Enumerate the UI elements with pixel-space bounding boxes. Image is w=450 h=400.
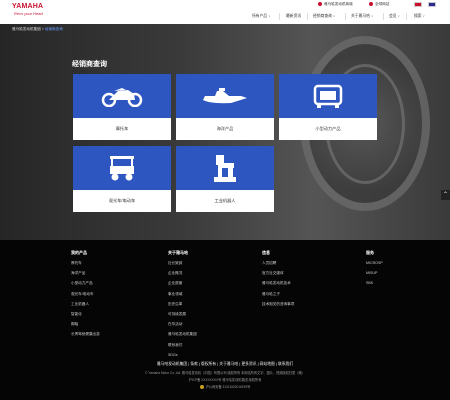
footer-column-about: 关于雅马哈 社长致辞 企业概况 企业愿景 事业领域 历史沿革 可持续发展 在华活… [168, 250, 197, 363]
card-image [176, 74, 274, 118]
store-icon [318, 2, 322, 7]
footer-link[interactable]: 雅马哈发动机集团 [168, 332, 197, 342]
golf-cart-icon [110, 156, 134, 181]
chevron-down-icon: ∨ [397, 14, 400, 18]
nav-divider [279, 13, 280, 20]
jet-ski-icon [203, 88, 247, 104]
card-label: 观光车/电动车 [108, 198, 136, 203]
footer-link[interactable]: 可持续发展 [168, 312, 197, 322]
site-footer: 我的产品 摩托车 海洋产品 小型动力产品 观光车/电动车 工业机器人 智能化 脚… [0, 240, 450, 400]
police-record-text: 沪公网安备 31011502016199号 [0, 384, 450, 390]
flag-icon-en[interactable] [428, 2, 436, 7]
breadcrumb-current: 经销商查询 [44, 27, 63, 31]
logo-wordmark: YAMAHA [12, 3, 44, 10]
card-label: 小型动力产品 [315, 126, 341, 131]
nav-search[interactable]: 搜索∨ [414, 14, 425, 19]
site-header: YAMAHA Revs your Heart 雅马哈发动机商城 全球网站 所有产… [0, 0, 450, 24]
nav-news[interactable]: 最新资讯 [286, 14, 301, 19]
footer-link[interactable]: 企业概况 [168, 271, 197, 281]
card-image [279, 74, 377, 118]
generator-icon [313, 84, 343, 108]
footer-link[interactable]: 脚踏 [71, 322, 100, 332]
yamaha-logo[interactable]: YAMAHA Revs your Heart [12, 3, 50, 21]
footer-column-services: 服务 MICROSP MISUP SBK [366, 250, 383, 292]
flag-icon-cn[interactable] [414, 2, 422, 7]
footer-link[interactable]: MISUP [366, 271, 383, 281]
footer-bottom-links[interactable]: 雅马哈发动机集团 | 条款 | 版权所有 | 关于雅马哈 | 更多资讯 | 网站… [0, 362, 450, 367]
footer-link[interactable]: 智能化 [71, 312, 100, 322]
category-card-robot[interactable]: 工业机器人 [176, 146, 274, 212]
category-card-marine[interactable]: 海洋产品 [176, 74, 274, 140]
page-title: 经销商查询 [72, 61, 107, 68]
footer-link[interactable]: 技术相关的咨询事项 [262, 302, 294, 312]
footer-link[interactable]: 在华活动 [168, 322, 197, 332]
nav-divider [345, 13, 346, 20]
nav-divider [383, 13, 384, 20]
card-label: 摩托车 [115, 126, 129, 131]
logo-tagline: Revs your Heart [14, 11, 43, 16]
nav-about[interactable]: 关于雅马哈∨ [351, 14, 373, 19]
footer-column-info: 信息 人员招聘 官方社交媒体 雅马哈发动机技术 雅马哈之子 技术相关的咨询事项 [262, 250, 294, 312]
hero-section: 雅马哈发动机集团 > 经销商查询 经销商查询 摩托车 海洋产品 小型动力产品 观… [0, 24, 450, 240]
footer-column-products: 我的产品 摩托车 海洋产品 小型动力产品 观光车/电动车 工业机器人 智能化 脚… [71, 250, 100, 343]
footer-link[interactable]: 社长致辞 [168, 261, 197, 271]
chevron-up-icon: ⌃ [442, 192, 449, 198]
motorcycle-icon [101, 88, 143, 107]
icp-license-text: 沪ICP备 XXXXXXXX号 雅马哈发动机集团 版权所有 [188, 378, 262, 382]
footer-heading: 信息 [262, 250, 270, 255]
category-card-golf-cart[interactable]: 观光车/电动车 [73, 146, 171, 212]
breadcrumb-separator: > [41, 27, 44, 31]
footer-link[interactable]: 摩托车 [71, 261, 100, 271]
footer-link[interactable]: 雅马哈之子 [262, 292, 294, 302]
util-link-store[interactable]: 雅马哈发动机商城 [318, 2, 353, 7]
nav-member[interactable]: 会员∨ [389, 14, 400, 19]
breadcrumb-home[interactable]: 雅马哈发动机集团 [12, 27, 41, 31]
chevron-down-icon: ∨ [370, 14, 374, 18]
chevron-down-icon: ∨ [332, 14, 336, 18]
footer-link[interactable]: 雅马哈发动机技术 [262, 281, 294, 291]
footer-heading: 我的产品 [71, 250, 87, 255]
footer-link[interactable]: 联系我们 [168, 343, 197, 353]
chevron-down-icon: ∨ [422, 14, 425, 18]
back-to-top-button[interactable]: ⌃ [441, 190, 450, 200]
footer-link[interactable]: 海洋产品 [71, 271, 100, 281]
category-card-power-products[interactable]: 小型动力产品 [279, 74, 377, 140]
robot-arm-icon [214, 155, 236, 182]
footer-link[interactable]: SBK [366, 281, 383, 291]
footer-link[interactable]: 历史沿革 [168, 302, 197, 312]
footer-link[interactable]: 小型动力产品 [71, 281, 100, 291]
copyright-text: © Yamaha Motor Co.,Ltd. 雅马哈发动机（中国）有限公司 版… [145, 371, 305, 375]
chevron-down-icon: ∨ [268, 14, 271, 18]
category-card-motorcycle[interactable]: 摩托车 [73, 74, 171, 140]
footer-link[interactable]: 长青驾驶健康出游 [71, 332, 100, 342]
card-image [73, 74, 171, 118]
footer-link[interactable]: 事业领域 [168, 292, 197, 302]
nav-products[interactable]: 所有产品∨ [252, 14, 270, 19]
card-image [73, 146, 171, 190]
nav-divider [406, 13, 407, 20]
footer-link[interactable]: 工业机器人 [71, 302, 100, 312]
footer-link[interactable]: 企业愿景 [168, 281, 197, 291]
footer-link[interactable]: 官方社交媒体 [262, 271, 294, 281]
footer-link[interactable]: 观光车/电动车 [71, 292, 100, 302]
footer-heading: 服务 [366, 250, 374, 255]
police-badge-icon [199, 385, 204, 390]
footer-heading: 关于雅马哈 [168, 250, 188, 255]
globe-icon [369, 2, 373, 7]
card-image [176, 146, 274, 190]
nav-divider [307, 13, 308, 20]
footer-link[interactable]: MICROSP [366, 261, 383, 271]
card-label: 海洋产品 [216, 126, 234, 131]
card-label: 工业机器人 [214, 198, 236, 203]
breadcrumb: 雅马哈发动机集团 > 经销商查询 [12, 27, 63, 32]
util-link-global[interactable]: 全球网站 [369, 2, 389, 7]
footer-link[interactable]: 人员招聘 [262, 261, 294, 271]
nav-dealer[interactable]: 经销商查询∨ [313, 14, 335, 19]
